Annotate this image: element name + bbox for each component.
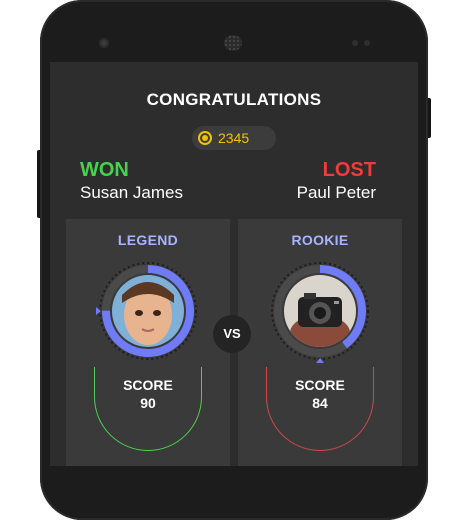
loser-score-label: SCORE	[295, 377, 345, 393]
loser-score-value: 84	[312, 395, 328, 411]
loser-name: Paul Peter	[296, 183, 376, 202]
page-title: CONGRATULATIONS	[146, 90, 322, 109]
winner-avatar	[112, 275, 184, 347]
sensor-icon	[364, 40, 370, 46]
coin-balance: 2345	[192, 126, 276, 150]
ring-marker-icon	[316, 358, 324, 363]
winner-status: WON	[80, 159, 129, 181]
coin-icon	[198, 131, 212, 145]
ring-marker-icon	[96, 307, 101, 315]
result-screen: CONGRATULATIONS 2345 WON Susan James LOS…	[50, 62, 418, 466]
winner-rank: LEGEND	[117, 232, 179, 248]
phone-frame: CONGRATULATIONS 2345 WON Susan James LOS…	[40, 0, 428, 520]
loser-status: LOST	[322, 159, 376, 181]
winner-score-label: SCORE	[123, 377, 173, 393]
front-camera-icon	[99, 38, 109, 48]
coin-count: 2345	[218, 130, 250, 146]
versus-badge: VS	[213, 315, 251, 353]
loser-avatar	[284, 275, 356, 347]
sensor-icon	[352, 40, 358, 46]
speaker-grille-icon	[224, 35, 242, 51]
winner-score-value: 90	[140, 395, 156, 411]
loser-card: ROOKIE SCORE 84	[238, 219, 402, 466]
loser-rank: ROOKIE	[291, 232, 349, 248]
winner-name: Susan James	[80, 183, 183, 202]
winner-card: LEGEND SCORE 90	[66, 219, 230, 466]
